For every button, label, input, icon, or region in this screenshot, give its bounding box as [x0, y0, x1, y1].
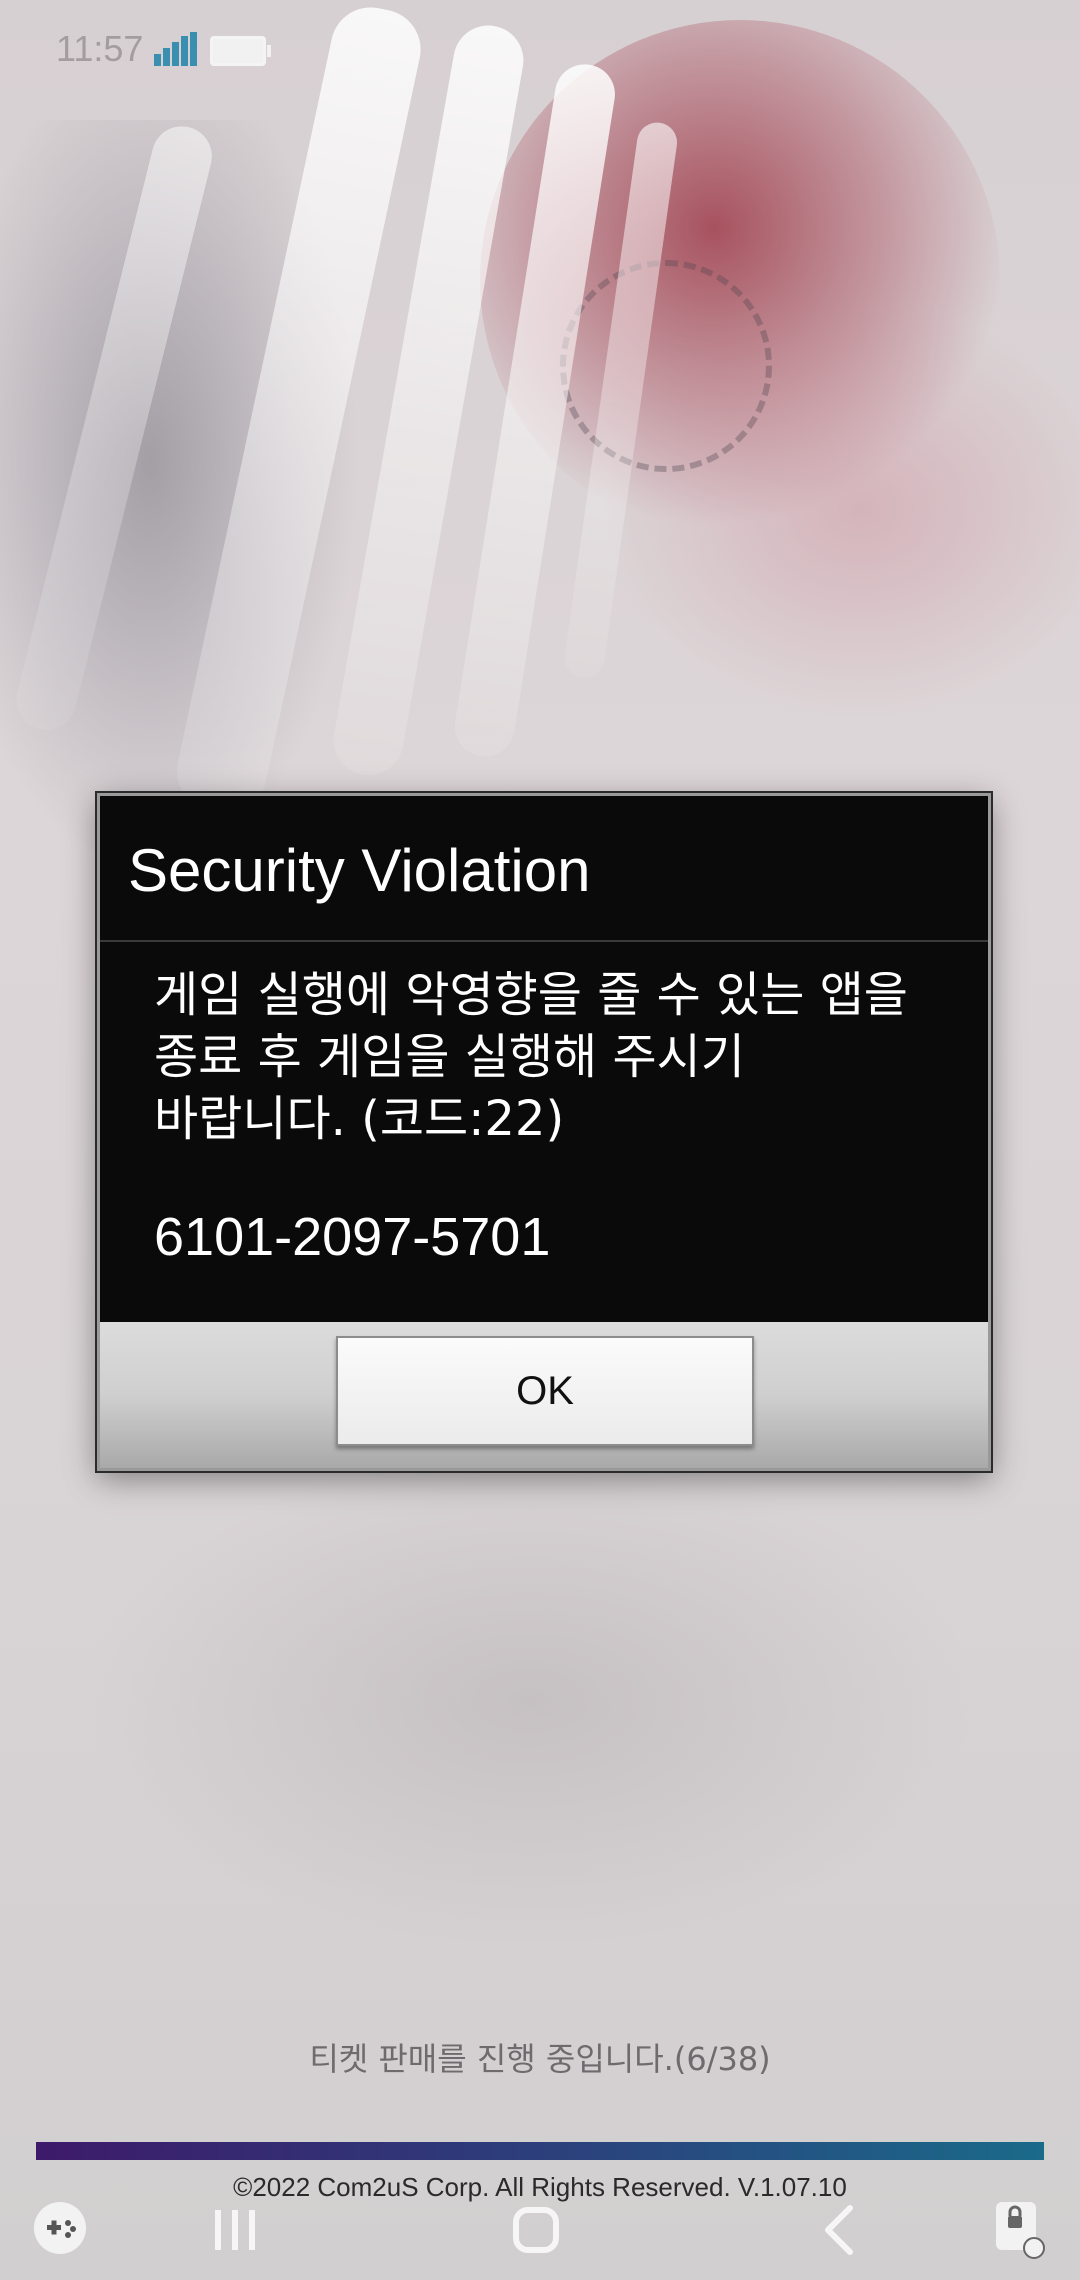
home-icon[interactable]	[496, 2190, 576, 2270]
game-splash-screen: 11:57 Security Violation 게임 실행에 악영향을 줄 수…	[0, 0, 1080, 2280]
ok-button[interactable]: OK	[336, 1336, 754, 1446]
dialog-error-code: 6101-2097-5701	[154, 1207, 551, 1267]
dialog-button-bar: OK	[100, 1322, 988, 1468]
dialog-divider	[100, 940, 988, 942]
battery-icon	[210, 36, 271, 66]
security-violation-dialog: Security Violation 게임 실행에 악영향을 줄 수 있는 앱을…	[97, 793, 991, 1471]
screen-lock-icon[interactable]	[980, 2190, 1060, 2270]
signal-bars-icon	[154, 32, 197, 66]
loading-progress-fill	[36, 2142, 1044, 2160]
dialog-title: Security Violation	[128, 837, 591, 904]
status-bar: 11:57	[0, 0, 1080, 100]
status-time: 11:57	[56, 28, 144, 69]
dialog-message: 게임 실행에 악영향을 줄 수 있는 앱을 종료 후 게임을 실행해 주시기 바…	[154, 967, 908, 1147]
back-icon[interactable]	[800, 2190, 880, 2270]
game-tools-icon[interactable]	[22, 2190, 102, 2270]
loading-progress-bar	[36, 2142, 1044, 2160]
recents-icon[interactable]	[195, 2190, 275, 2270]
loading-status-text: 티켓 판매를 진행 중입니다.(6/38)	[309, 2040, 771, 2078]
